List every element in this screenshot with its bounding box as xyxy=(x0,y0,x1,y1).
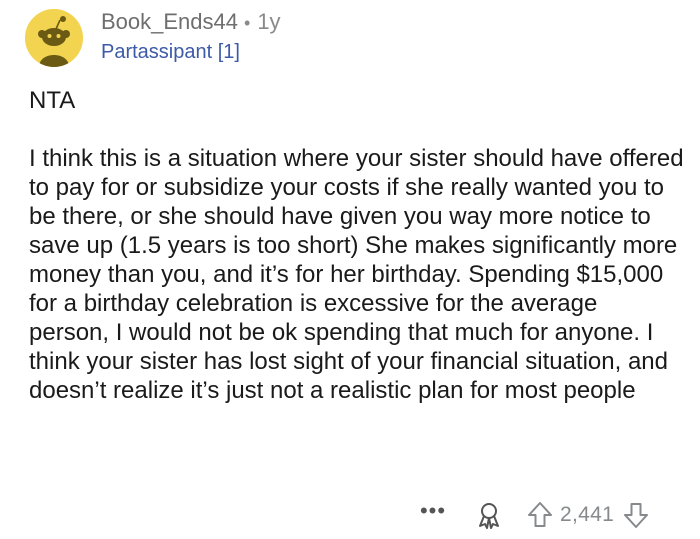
user-flair: Partassipant [1] xyxy=(101,41,240,63)
username-link[interactable]: Book_Ends44 xyxy=(101,8,238,36)
comment-actions-bar: ••• 2,441 xyxy=(418,497,650,533)
snoo-avatar-icon xyxy=(25,9,83,67)
user-avatar[interactable] xyxy=(25,9,83,67)
vote-score: 2,441 xyxy=(560,503,615,526)
more-options-icon[interactable]: ••• xyxy=(418,500,448,524)
downvote-arrow-icon[interactable] xyxy=(622,500,650,530)
comment-body: NTA I think this is a situation where yo… xyxy=(29,86,684,405)
comment-age: 1y xyxy=(257,9,281,34)
upvote-arrow-icon[interactable] xyxy=(526,500,554,530)
verdict-text: NTA xyxy=(29,87,76,114)
comment-meta: Book_Ends44 • 1y Partassipant [1] xyxy=(101,8,281,65)
award-icon[interactable] xyxy=(474,500,504,530)
comment-paragraph: I think this is a situation where your s… xyxy=(29,145,684,404)
meta-separator: • xyxy=(244,13,251,33)
meta-row: Book_Ends44 • 1y xyxy=(101,8,281,37)
comment-card: Book_Ends44 • 1y Partassipant [1] NTA I … xyxy=(0,0,700,539)
